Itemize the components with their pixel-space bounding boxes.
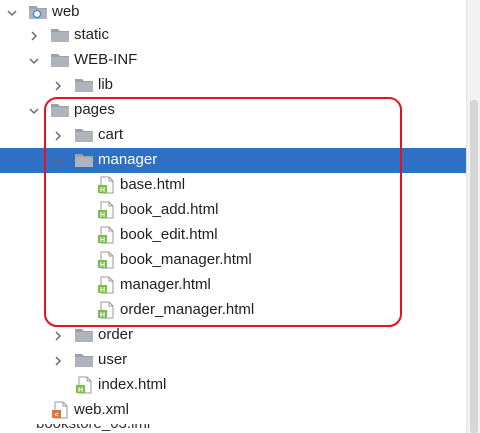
tree-item-label: base.html — [120, 176, 186, 193]
tree-item-label: index.html — [98, 376, 167, 393]
html-file-icon: H — [96, 301, 116, 319]
svg-text:H: H — [100, 262, 105, 269]
svg-text:H: H — [100, 287, 105, 294]
chevron-down-icon[interactable] — [28, 104, 40, 116]
tree-item-user[interactable]: user — [0, 348, 466, 373]
chevron-down-icon[interactable] — [6, 6, 18, 18]
tree-item-label: book_add.html — [120, 201, 219, 218]
svg-text:H: H — [100, 187, 105, 194]
html-file-icon: H — [96, 276, 116, 294]
svg-text:H: H — [100, 237, 105, 244]
tree-item-label: WEB-INF — [74, 51, 138, 68]
tree-item-index-html[interactable]: Hindex.html — [0, 373, 466, 398]
tree-item-label: book_manager.html — [120, 251, 252, 268]
html-file-icon: H — [96, 201, 116, 219]
tree-item-label: cart — [98, 126, 124, 143]
chevron-right-icon[interactable] — [52, 354, 64, 366]
tree-item-book-manager-html[interactable]: Hbook_manager.html — [0, 248, 466, 273]
chevron-down-icon[interactable] — [28, 54, 40, 66]
chevron-down-icon[interactable] — [52, 154, 64, 166]
tree-item-label: web.xml — [74, 401, 130, 418]
tree-item-label: book_edit.html — [120, 226, 218, 243]
tree-item-cart[interactable]: cart — [0, 123, 466, 148]
web-folder-icon — [28, 3, 48, 21]
tree-item-static[interactable]: static — [0, 23, 466, 48]
folder-icon — [74, 76, 94, 94]
folder-icon — [74, 351, 94, 369]
folder-icon — [74, 326, 94, 344]
tree-item-label: user — [98, 351, 128, 368]
folder-icon — [74, 126, 94, 144]
svg-text:H: H — [100, 212, 105, 219]
tree-item-label: manager.html — [120, 276, 211, 293]
tree-item-order-manager-html[interactable]: Horder_manager.html — [0, 298, 466, 323]
tree-item-label: static — [74, 26, 110, 43]
tree-item-web-inf[interactable]: WEB-INF — [0, 48, 466, 73]
scrollbar-thumb[interactable] — [470, 100, 478, 433]
tree-item-book-add-html[interactable]: Hbook_add.html — [0, 198, 466, 223]
tree-item-web-xml[interactable]: < web.xml — [0, 398, 466, 423]
xml-file-icon: < — [50, 401, 70, 419]
tree-item-manager-html[interactable]: Hmanager.html — [0, 273, 466, 298]
svg-text:<: < — [54, 412, 58, 419]
html-file-icon: H — [96, 176, 116, 194]
tree-item-manager[interactable]: manager — [0, 148, 466, 173]
tree-item-label: manager — [98, 151, 158, 168]
svg-text:H: H — [78, 387, 83, 394]
tree-item-book-edit-html[interactable]: Hbook_edit.html — [0, 223, 466, 248]
tree-item-label: bookstore_03.iml — [36, 424, 150, 432]
html-file-icon: H — [74, 376, 94, 394]
folder-icon — [50, 26, 70, 44]
tree-item-base-html[interactable]: Hbase.html — [0, 173, 466, 198]
tree-item-label: order_manager.html — [120, 301, 255, 318]
tree-item-pages[interactable]: pages — [0, 98, 466, 123]
folder-icon — [74, 151, 94, 169]
html-file-icon: H — [96, 251, 116, 269]
project-tree: web static WEB-INF lib pages cart manager Hbase… — [0, 0, 480, 433]
tree-item-label: order — [98, 326, 134, 343]
chevron-right-icon[interactable] — [28, 29, 40, 41]
html-file-icon: H — [96, 226, 116, 244]
tree-item-partial[interactable]: bookstore_03.iml — [36, 424, 186, 433]
tree-item-label: lib — [98, 76, 114, 93]
chevron-right-icon[interactable] — [52, 129, 64, 141]
tree-item-label: pages — [74, 101, 115, 118]
folder-icon — [50, 101, 70, 119]
chevron-right-icon[interactable] — [52, 79, 64, 91]
tree-item-lib[interactable]: lib — [0, 73, 466, 98]
tree-item-web[interactable]: web — [0, 0, 466, 25]
tree-item-label: web — [52, 3, 80, 20]
svg-text:H: H — [100, 312, 105, 319]
tree-item-order[interactable]: order — [0, 323, 466, 348]
folder-icon — [50, 51, 70, 69]
chevron-right-icon[interactable] — [52, 329, 64, 341]
